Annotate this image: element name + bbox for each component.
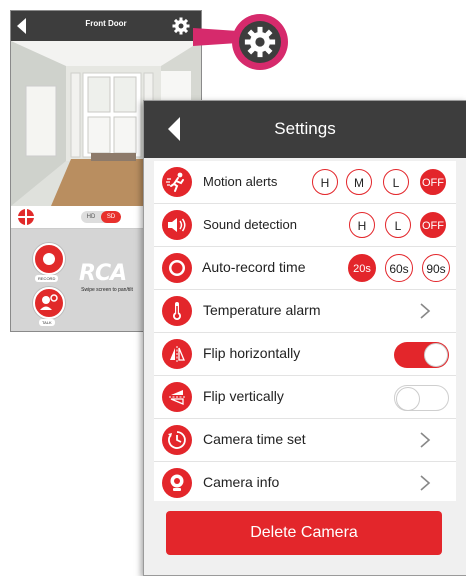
speaker-icon <box>162 210 192 240</box>
sound-detection-label: Sound detection <box>203 217 297 232</box>
record-icon <box>162 253 192 283</box>
settings-title: Settings <box>274 119 336 138</box>
back-arrow-icon[interactable] <box>17 18 26 34</box>
settings-gear-icon <box>244 26 276 58</box>
phone-header: Front Door <box>11 11 201 41</box>
flip-horizontally-label: Flip horizontally <box>203 345 301 361</box>
flip-horizontally-toggle[interactable] <box>394 342 449 368</box>
toggle-knob <box>424 343 448 367</box>
record-20s-option[interactable]: 20s <box>348 254 376 282</box>
setting-row-camera-time-set[interactable]: Camera time set <box>154 419 456 462</box>
camera-info-icon <box>162 468 192 498</box>
auto-record-time-label: Auto-record time <box>202 259 306 275</box>
motion-off-option[interactable]: OFF <box>420 169 446 195</box>
record-60s-option[interactable]: 60s <box>385 254 413 282</box>
talk-label: TALK <box>39 319 55 326</box>
running-person-icon <box>162 167 192 197</box>
record-button[interactable] <box>33 243 65 275</box>
rca-logo: RCA <box>79 261 127 286</box>
settings-list: Motion alerts H M L OFF Sound detection … <box>154 161 456 501</box>
setting-row-motion-alerts: Motion alerts H M L OFF <box>154 161 456 204</box>
chevron-right-icon <box>420 303 431 319</box>
camera-time-set-label: Camera time set <box>203 431 306 447</box>
flip-vertically-label: Flip vertically <box>203 388 284 404</box>
gear-callout-inner <box>239 21 281 63</box>
talk-icon <box>40 294 58 310</box>
hd-sd-toggle[interactable]: HD SD <box>81 211 121 223</box>
motion-l-option[interactable]: L <box>383 169 409 195</box>
hd-option[interactable]: HD <box>81 211 101 223</box>
flip-vertically-toggle[interactable] <box>394 385 449 411</box>
camera-info-label: Camera info <box>203 474 280 490</box>
gear-icon[interactable] <box>171 16 191 36</box>
toggle-knob <box>396 387 420 411</box>
temperature-alarm-label: Temperature alarm <box>203 302 321 318</box>
setting-row-flip-vertically: Flip vertically <box>154 376 456 419</box>
motion-m-option[interactable]: M <box>346 169 372 195</box>
setting-row-sound-detection: Sound detection H L OFF <box>154 204 456 247</box>
sound-off-option[interactable]: OFF <box>420 212 446 238</box>
record-label: RECORD <box>35 275 59 282</box>
record-icon <box>43 253 55 265</box>
sd-option[interactable]: SD <box>101 211 121 223</box>
chevron-right-icon <box>420 475 431 491</box>
setting-row-auto-record-time: Auto-record time 20s 60s 90s <box>154 247 456 290</box>
chevron-right-icon <box>420 432 431 448</box>
motion-h-option[interactable]: H <box>312 169 338 195</box>
clock-icon <box>162 425 192 455</box>
settings-screen: Settings Motion alerts H M L OFF Sound d… <box>143 100 466 576</box>
record-90s-option[interactable]: 90s <box>422 254 450 282</box>
delete-camera-button[interactable]: Delete Camera <box>166 511 442 555</box>
sound-h-option[interactable]: H <box>349 212 375 238</box>
setting-row-flip-horizontally: Flip horizontally <box>154 333 456 376</box>
swipe-hint-text: Swipe screen to pan/tilt <box>81 287 133 293</box>
gear-callout <box>232 14 288 70</box>
settings-header: Settings <box>144 101 466 158</box>
flip-vertical-icon <box>162 382 192 412</box>
thermometer-icon <box>162 296 192 326</box>
flip-horizontal-icon <box>162 339 192 369</box>
motion-alerts-label: Motion alerts <box>203 174 278 189</box>
pan-tilt-crosshair-icon[interactable] <box>17 208 35 226</box>
setting-row-camera-info[interactable]: Camera info <box>154 462 456 504</box>
setting-row-temperature-alarm[interactable]: Temperature alarm <box>154 290 456 333</box>
sound-l-option[interactable]: L <box>385 212 411 238</box>
camera-name-title: Front Door <box>85 19 127 28</box>
talk-button[interactable] <box>33 287 65 319</box>
